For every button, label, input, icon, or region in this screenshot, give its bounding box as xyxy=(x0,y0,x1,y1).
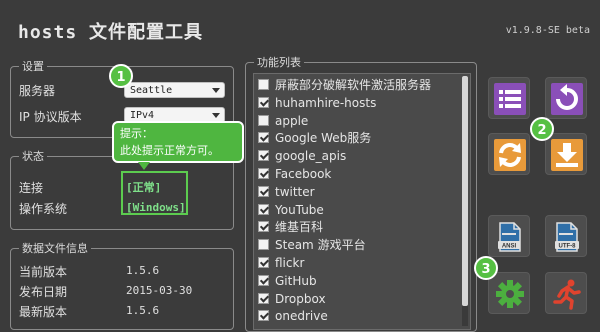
os-label: 操作系统 xyxy=(19,202,68,216)
server-select[interactable]: Seattle xyxy=(124,82,225,98)
chevron-down-icon xyxy=(212,113,220,118)
ip-version-label: IP 协议版本 xyxy=(19,110,82,124)
tooltip-line-1: 提示： xyxy=(120,127,153,140)
list-icon xyxy=(494,83,526,115)
connection-label: 连接 xyxy=(19,181,44,195)
function-list-item[interactable]: apple xyxy=(254,112,454,130)
checkbox[interactable] xyxy=(258,150,269,162)
app-title: hosts 文件配置工具 xyxy=(18,18,203,44)
utf8-label: UTF-8 xyxy=(559,244,577,250)
current-version-label: 当前版本 xyxy=(19,265,68,279)
checkbox[interactable] xyxy=(258,168,269,179)
server-select-value: Seattle xyxy=(130,85,173,96)
function-list-item-label: Dropbox xyxy=(275,291,326,306)
latest-version-value: 1.5.6 xyxy=(126,304,160,317)
export-ansi-button[interactable]: ANSI xyxy=(488,215,530,257)
gear-icon xyxy=(496,280,524,308)
function-list-item[interactable]: 维基百科 xyxy=(254,218,454,236)
ansi-label: ANSI xyxy=(502,244,517,250)
function-list-item-label: GitHub xyxy=(275,273,317,288)
function-list-item-label: Google Web服务 xyxy=(275,131,372,146)
ansi-file-icon: ANSI xyxy=(494,221,526,253)
checkbox[interactable] xyxy=(258,132,269,144)
function-list-item[interactable]: GitHub xyxy=(254,272,454,290)
function-list-item-label: YouTube xyxy=(275,202,324,217)
latest-version-label: 最新版本 xyxy=(19,305,68,319)
function-list-item[interactable]: google_apis xyxy=(254,147,454,165)
function-list-item[interactable]: Google Web服务 xyxy=(254,129,454,147)
function-list-item-label: google_apis xyxy=(275,149,347,164)
version-label: v1.9.8-SE beta xyxy=(505,25,590,36)
chevron-down-icon xyxy=(212,88,220,93)
checkbox[interactable] xyxy=(258,185,269,197)
function-list-item[interactable]: flickr xyxy=(254,254,454,272)
function-list-item[interactable]: 屏蔽部分破解软件激活服务器 xyxy=(254,76,454,94)
function-list-item-label: Steam 游戏平台 xyxy=(275,238,366,253)
tooltip-line-2: 此处提示正常方可。 xyxy=(120,144,219,157)
function-list-item-label: Facebook xyxy=(275,167,332,181)
running-man-icon xyxy=(553,279,581,310)
function-list-title: 功能列表 xyxy=(254,54,304,70)
annotation-badge-3: 3 xyxy=(474,256,498,280)
checkbox[interactable] xyxy=(258,274,269,286)
function-list-item-label: apple xyxy=(275,113,309,128)
function-list-item-label: 维基百科 xyxy=(275,220,324,235)
function-list-item[interactable]: Facebook xyxy=(254,165,454,183)
release-date-value: 2015-03-30 xyxy=(126,284,193,297)
function-list-item-label: 屏蔽部分破解软件激活服务器 xyxy=(275,78,432,92)
server-label: 服务器 xyxy=(19,84,56,98)
settings-button[interactable] xyxy=(488,272,530,314)
function-list-item[interactable]: huhamhire-hosts xyxy=(254,94,454,112)
exit-button[interactable] xyxy=(545,272,587,314)
checkbox[interactable] xyxy=(258,114,269,126)
checkbox[interactable] xyxy=(258,96,269,108)
function-list-item[interactable]: Steam 游戏平台 xyxy=(254,236,454,254)
checkbox[interactable] xyxy=(258,292,269,304)
ip-version-select-value: IPv4 xyxy=(130,110,155,121)
checkbox[interactable] xyxy=(258,79,269,90)
release-date-label: 发布日期 xyxy=(19,285,68,299)
annotation-badge-2: 2 xyxy=(530,117,554,141)
status-group-title: 状态 xyxy=(19,148,47,164)
settings-group-title: 设置 xyxy=(19,58,47,74)
checkbox[interactable] xyxy=(258,221,269,233)
current-version-value: 1.5.6 xyxy=(126,264,160,277)
function-list-item-label: twitter xyxy=(275,184,315,199)
apply-button[interactable] xyxy=(545,133,587,175)
function-list-item-label: flickr xyxy=(275,256,305,270)
connection-status: [正常] xyxy=(126,181,162,194)
annotation-badge-1: 1 xyxy=(109,64,133,88)
undo-icon xyxy=(551,83,583,115)
list-scrollbar[interactable] xyxy=(462,76,468,326)
checkbox[interactable] xyxy=(258,257,269,268)
checkbox[interactable] xyxy=(258,310,269,322)
function-list-item[interactable]: twitter xyxy=(254,183,454,201)
app-title-latin: hosts xyxy=(18,22,78,43)
list-scroll-thumb[interactable] xyxy=(462,76,468,306)
download-icon xyxy=(551,139,583,171)
export-utf8-button[interactable]: UTF-8 xyxy=(545,215,587,257)
function-list-item[interactable]: Dropbox xyxy=(254,290,454,308)
checkbox[interactable] xyxy=(258,203,269,215)
restore-button[interactable] xyxy=(545,77,587,119)
function-list-button[interactable] xyxy=(488,77,530,119)
function-list-item-label: onedrive xyxy=(275,309,328,324)
utf8-file-icon: UTF-8 xyxy=(551,221,583,253)
function-list-item-label: huhamhire-hosts xyxy=(275,95,377,110)
refresh-icon xyxy=(494,139,526,171)
data-info-group-title: 数据文件信息 xyxy=(19,240,91,256)
function-list[interactable]: 屏蔽部分破解软件激活服务器 huhamhire-hosts apple Google … xyxy=(253,73,471,330)
update-data-button[interactable] xyxy=(488,133,530,175)
app-title-cn: 文件配置工具 xyxy=(89,22,204,43)
function-list-item[interactable]: onedrive xyxy=(254,307,454,325)
os-status: [Windows] xyxy=(126,201,186,214)
function-list-item[interactable]: YouTube xyxy=(254,201,454,219)
checkbox[interactable] xyxy=(258,239,269,251)
tooltip-callout: 提示： 此处提示正常方可。 xyxy=(112,121,244,170)
